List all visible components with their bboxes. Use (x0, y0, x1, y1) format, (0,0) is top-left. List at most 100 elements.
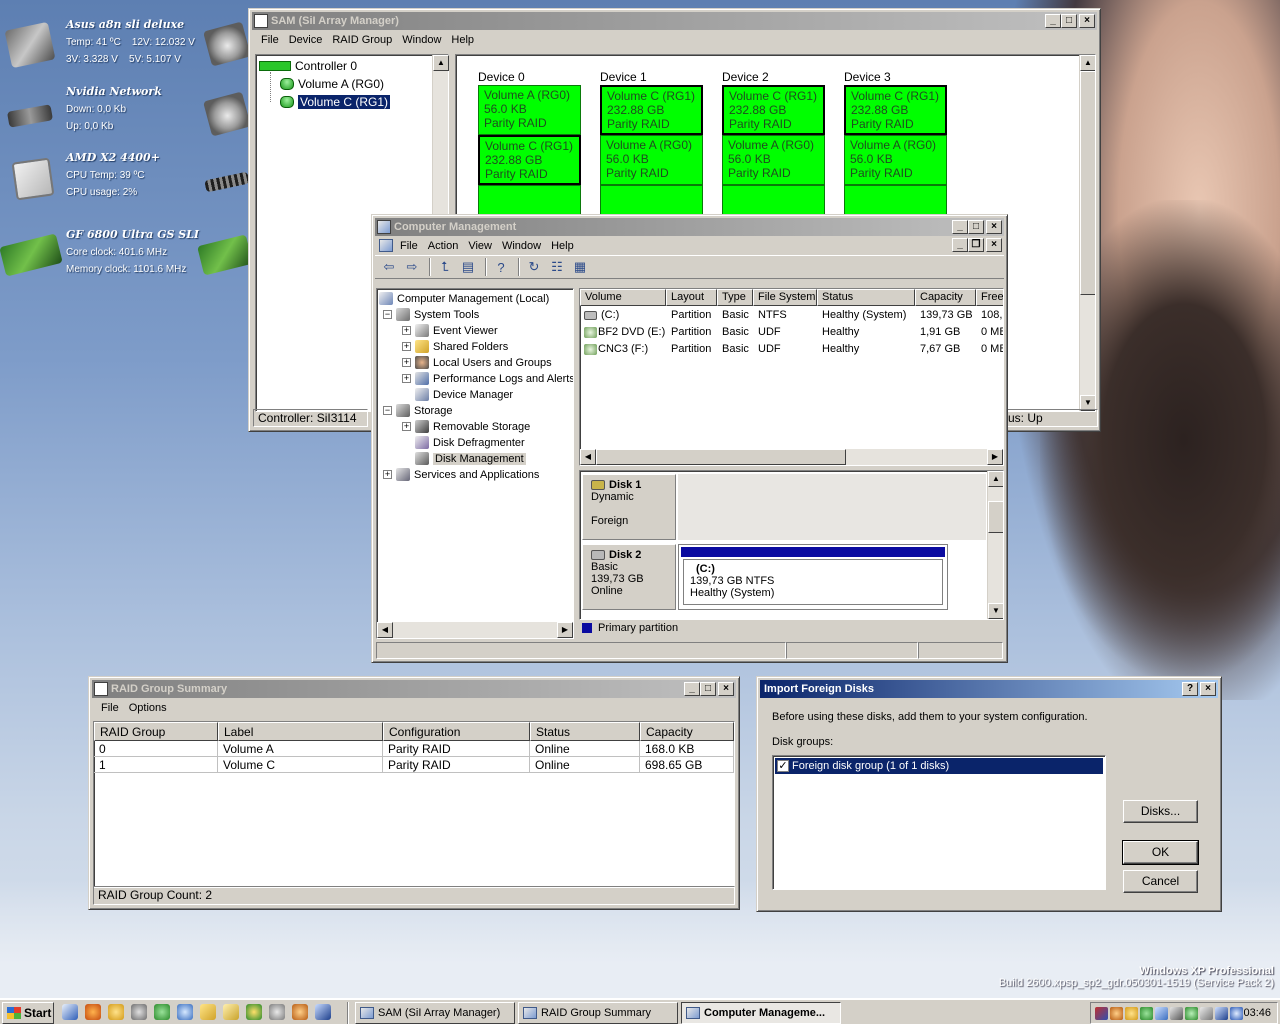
task-sam[interactable]: SAM (SiI Array Manager) (355, 1002, 515, 1024)
child-close-button[interactable]: × (986, 238, 1002, 252)
tray-messenger-icon[interactable] (1125, 1007, 1138, 1020)
col-capacity[interactable]: Capacity (640, 722, 734, 741)
notes-icon[interactable] (223, 1004, 239, 1020)
volume-block[interactable]: Volume A (RG0) 56.0 KB Parity RAID (600, 135, 703, 185)
tree-event-viewer[interactable]: + Event Viewer (402, 324, 498, 337)
tray-network-icon[interactable] (1170, 1007, 1183, 1020)
scroll-thumb[interactable] (1080, 71, 1095, 295)
ifd-titlebar[interactable]: Import Foreign Disks ? × (760, 680, 1218, 698)
tray-gear-icon[interactable] (1110, 1007, 1123, 1020)
scroll-down-button[interactable]: ▼ (988, 603, 1003, 619)
disk-groups-list[interactable]: ✓ Foreign disk group (1 of 1 disks) (772, 755, 1106, 890)
rgs-titlebar[interactable]: RAID Group Summary _ □ × (92, 680, 736, 698)
child-restore-button[interactable]: ❐ (968, 238, 984, 252)
col-capacity[interactable]: Capacity (915, 289, 976, 306)
col-label[interactable]: Label (218, 722, 383, 741)
tray-drive-icon[interactable] (1200, 1007, 1213, 1020)
network-icon[interactable] (177, 1004, 193, 1020)
maximize-button[interactable]: □ (1061, 14, 1077, 28)
tree-hscrollbar[interactable]: ◀ ▶ (377, 622, 573, 638)
help-button[interactable]: ? (1182, 682, 1198, 696)
sam-titlebar[interactable]: SAM (SiI Array Manager) _ □ × (252, 12, 1097, 30)
tree-local-users[interactable]: + Local Users and Groups (402, 356, 552, 369)
tree-volume-c[interactable]: Volume C (RG1) (280, 95, 391, 109)
col-status[interactable]: Status (530, 722, 640, 741)
show-desktop-icon[interactable] (62, 1004, 78, 1020)
tree-removable-storage[interactable]: + Removable Storage (402, 420, 530, 433)
volume-row[interactable]: CNC3 (F:) Partition Basic UDF Healthy 7,… (580, 342, 1003, 359)
tree-disk-management[interactable]: Disk Management (415, 452, 526, 465)
start-button[interactable]: Start (2, 1002, 54, 1024)
tree-services[interactable]: + Services and Applications (383, 468, 539, 481)
disk-map-scrollbar[interactable]: ▲ ▼ (987, 471, 1003, 619)
partition-c[interactable]: (C:) 139,73 GB NTFS Healthy (System) (678, 544, 948, 610)
volume-block-selected[interactable]: Volume C (RG1) 232.88 GB Parity RAID (478, 135, 581, 185)
app-icon[interactable] (315, 1004, 331, 1020)
disk1-label[interactable]: Disk 1 Dynamic Foreign (582, 474, 676, 540)
expand-icon[interactable]: + (383, 470, 392, 479)
menu-file[interactable]: File (395, 240, 423, 252)
tree-volume-a[interactable]: Volume A (RG0) (280, 77, 384, 91)
disk-group-item[interactable]: ✓ Foreign disk group (1 of 1 disks) (775, 758, 1103, 774)
firefox-icon[interactable] (85, 1004, 101, 1020)
table-row[interactable]: 0 Volume A Parity RAID Online 168.0 KB (94, 741, 734, 757)
tray-app-icon[interactable] (1230, 1007, 1243, 1020)
scroll-up-button[interactable]: ▲ (988, 471, 1003, 487)
close-button[interactable]: × (986, 220, 1002, 234)
tree-device-manager[interactable]: Device Manager (415, 388, 513, 401)
volume-list-hscrollbar[interactable]: ◀ ▶ (580, 449, 1003, 465)
menu-options[interactable]: Options (124, 702, 172, 714)
expand-icon[interactable]: + (402, 326, 411, 335)
scroll-left-button[interactable]: ◀ (377, 622, 393, 638)
volume-block[interactable]: Volume A (RG0) 56.0 KB Parity RAID (478, 85, 581, 135)
help-icon[interactable]: ? (491, 257, 511, 277)
expand-icon[interactable]: + (402, 422, 411, 431)
disc-icon[interactable] (269, 1004, 285, 1020)
volume-row[interactable]: BF2 DVD (E:) Partition Basic UDF Healthy… (580, 325, 1003, 342)
menu-file[interactable]: File (256, 34, 284, 46)
col-configuration[interactable]: Configuration (383, 722, 530, 741)
col-layout[interactable]: Layout (666, 289, 717, 306)
minimize-button[interactable]: _ (1045, 14, 1061, 28)
cm-titlebar[interactable]: Computer Management _ □ × (375, 218, 1004, 236)
media-player-icon[interactable] (246, 1004, 262, 1020)
back-arrow-icon[interactable]: ⇦ (379, 257, 399, 277)
messenger-icon[interactable] (108, 1004, 124, 1020)
disk2-label[interactable]: Disk 2 Basic 139,73 GB Online (582, 544, 676, 610)
tree-disk-defragmenter[interactable]: Disk Defragmenter (415, 436, 525, 449)
expand-icon[interactable]: + (402, 374, 411, 383)
close-button[interactable]: × (718, 682, 734, 696)
tree-shared-folders[interactable]: + Shared Folders (402, 340, 508, 353)
scroll-left-button[interactable]: ◀ (580, 449, 596, 465)
menu-action[interactable]: Action (423, 240, 464, 252)
sam-device-scrollbar[interactable]: ▲ ▼ (1079, 55, 1095, 411)
volume-block-selected[interactable]: Volume C (RG1) 232.88 GB Parity RAID (722, 85, 825, 135)
tree-system-tools[interactable]: − System Tools (383, 308, 479, 321)
tool-icon[interactable] (131, 1004, 147, 1020)
settings-gear-icon[interactable] (292, 1004, 308, 1020)
volume-block[interactable]: Volume A (RG0) 56.0 KB Parity RAID (722, 135, 825, 185)
utorrent-icon[interactable] (154, 1004, 170, 1020)
close-button[interactable]: × (1079, 14, 1095, 28)
volume-block-selected[interactable]: Volume C (RG1) 232.88 GB Parity RAID (844, 85, 947, 135)
show-tree-icon[interactable]: ▤ (458, 257, 478, 277)
col-status[interactable]: Status (817, 289, 915, 306)
child-minimize-button[interactable]: _ (952, 238, 968, 252)
tray-settings-icon[interactable] (1215, 1007, 1228, 1020)
collapse-icon[interactable]: − (383, 406, 392, 415)
tray-status-icon[interactable] (1185, 1007, 1198, 1020)
task-raid-group-summary[interactable]: RAID Group Summary (518, 1002, 678, 1024)
scroll-thumb[interactable] (596, 449, 846, 465)
tree-performance-logs[interactable]: + Performance Logs and Alerts (402, 372, 573, 385)
ok-button[interactable]: OK (1122, 840, 1199, 865)
menu-window[interactable]: Window (497, 240, 546, 252)
forward-arrow-icon[interactable]: ⇨ (402, 257, 422, 277)
tree-controller[interactable]: Controller 0 (259, 59, 357, 73)
scroll-right-button[interactable]: ▶ (557, 622, 573, 638)
menu-file[interactable]: File (96, 702, 124, 714)
volume-block-selected[interactable]: Volume C (RG1) 232.88 GB Parity RAID (600, 85, 703, 135)
up-folder-icon[interactable]: ⮤ (435, 257, 455, 277)
collapse-icon[interactable]: − (383, 310, 392, 319)
minimize-button[interactable]: _ (684, 682, 700, 696)
folder-icon[interactable] (200, 1004, 216, 1020)
